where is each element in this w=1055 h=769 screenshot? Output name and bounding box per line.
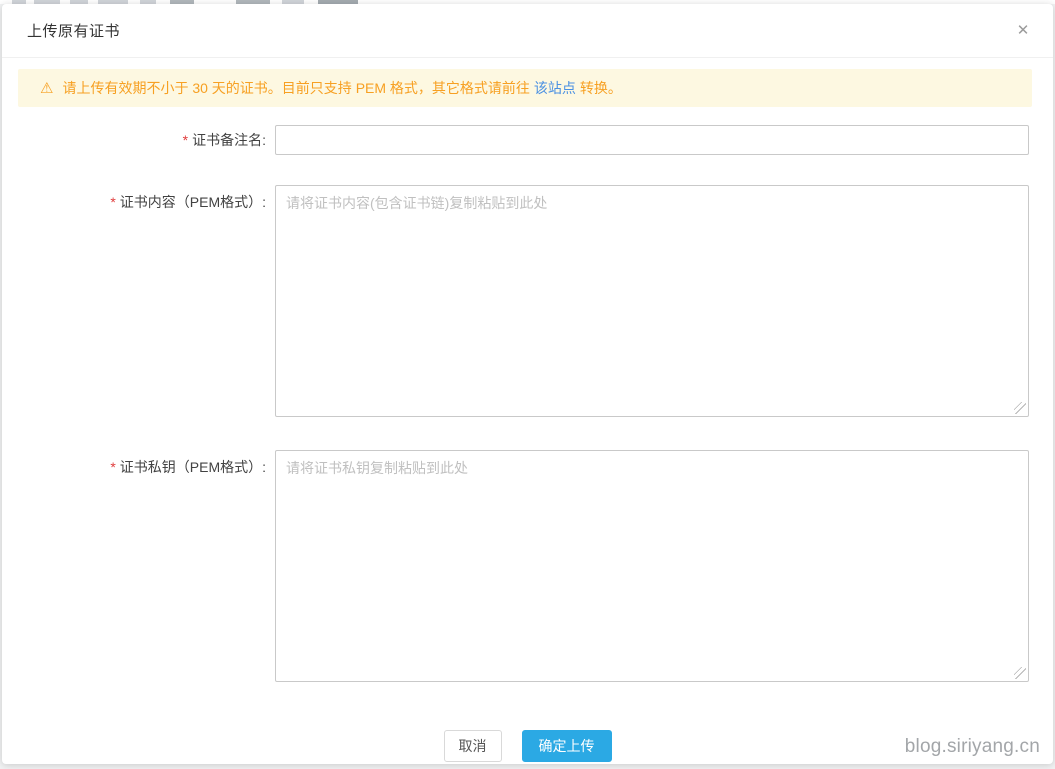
cert-content-textarea-wrap	[275, 185, 1029, 417]
upload-certificate-dialog: 上传原有证书 ✕ ⚠ 请上传有效期不小于 30 天的证书。目前只支持 PEM 格…	[2, 4, 1053, 764]
warning-banner: ⚠ 请上传有效期不小于 30 天的证书。目前只支持 PEM 格式，其它格式请前往…	[18, 69, 1032, 107]
warning-text: 请上传有效期不小于 30 天的证书。目前只支持 PEM 格式，其它格式请前往	[62, 80, 530, 96]
required-marker: *	[110, 459, 116, 475]
cert-name-label: * 证书备注名:	[182, 132, 266, 148]
cert-key-label: * 证书私钥（PEM格式）:	[110, 459, 266, 475]
cert-content-label: * 证书内容（PEM格式）:	[110, 194, 266, 210]
warning-text-suffix: 转换。	[579, 80, 622, 96]
form-row-cert-content: * 证书内容（PEM格式）:	[2, 185, 1053, 417]
dialog-footer: 取消 确定上传	[2, 730, 1053, 762]
watermark: blog.siriyang.cn	[904, 736, 1040, 757]
required-marker: *	[110, 194, 116, 210]
cert-key-textarea-wrap	[275, 450, 1029, 682]
cert-name-input[interactable]	[275, 125, 1029, 155]
resize-grip-icon[interactable]	[1014, 402, 1026, 414]
required-marker: *	[182, 132, 189, 148]
cert-content-textarea[interactable]	[275, 185, 1029, 417]
form-row-cert-key: * 证书私钥（PEM格式）:	[2, 450, 1053, 682]
cert-key-textarea[interactable]	[275, 450, 1029, 682]
certificate-form: *证书备注名: *证书内容（PEM格式）: *证书私钥（PEM格式）:	[2, 125, 1053, 682]
warning-icon: ⚠	[40, 80, 54, 97]
convert-site-link[interactable]: 该站点	[534, 78, 576, 98]
cancel-button[interactable]: 取消	[443, 730, 502, 762]
resize-grip-icon[interactable]	[1014, 667, 1026, 679]
confirm-upload-button[interactable]: 确定上传	[521, 730, 612, 762]
dialog-title: 上传原有证书	[27, 23, 121, 40]
dialog-header: 上传原有证书 ✕	[2, 4, 1053, 58]
form-row-cert-name: * 证书备注名:	[2, 125, 1053, 155]
close-icon[interactable]: ✕	[1013, 21, 1033, 41]
